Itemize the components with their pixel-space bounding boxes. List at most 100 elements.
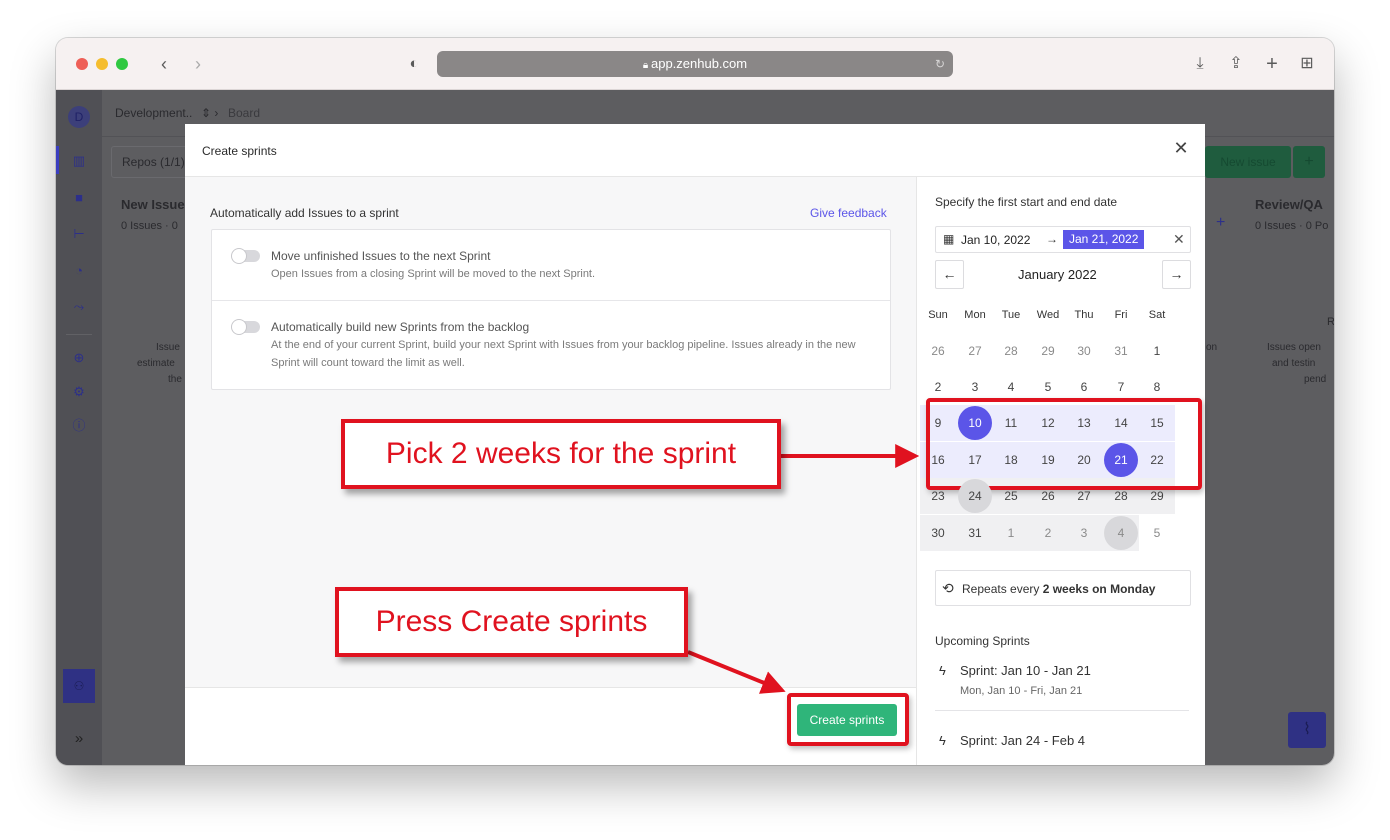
calendar-day[interactable]: 5 — [1030, 369, 1066, 405]
calendar-day[interactable]: 10 — [957, 405, 993, 441]
calendar-day[interactable]: 13 — [1066, 405, 1102, 441]
close-window-button[interactable] — [76, 58, 88, 70]
calendar-day[interactable]: 4 — [1103, 515, 1139, 551]
download-icon[interactable]: ⤓ — [1188, 52, 1212, 76]
repeat-text: Repeats every 2 weeks on Monday — [962, 582, 1155, 596]
upcoming-sprints-title: Upcoming Sprints — [935, 634, 1030, 648]
calendar-day[interactable]: 19 — [1030, 442, 1066, 478]
calendar-day[interactable]: 31 — [1103, 333, 1139, 369]
calendar-day[interactable]: 28 — [1103, 478, 1139, 514]
new-issue-button[interactable]: New issue — [1205, 146, 1291, 178]
invite-user-icon[interactable]: ⚇ — [63, 669, 95, 703]
calendar-day[interactable]: 8 — [1139, 369, 1175, 405]
repeat-info: ⟲ Repeats every 2 weeks on Monday — [935, 570, 1191, 606]
calendar-day[interactable]: 2 — [1030, 515, 1066, 551]
calendar-day[interactable]: 28 — [993, 333, 1029, 369]
close-icon[interactable]: ✕ — [1173, 139, 1189, 157]
column-new-issues-count: 0 Issues · 0 — [121, 220, 178, 232]
calendar-day[interactable]: 18 — [993, 442, 1029, 478]
new-tab-icon[interactable]: + — [1260, 52, 1284, 76]
lightning-icon: ϟ — [939, 733, 946, 748]
calendar-day[interactable]: 14 — [1103, 405, 1139, 441]
calendar-day[interactable]: 30 — [920, 515, 956, 551]
repeat-prefix: Repeats every — [962, 582, 1040, 596]
breadcrumb-board[interactable]: Board — [228, 106, 260, 120]
annotation-callout-create: Press Create sprints — [335, 587, 688, 657]
sidebar-divider — [66, 334, 92, 335]
calendar-day[interactable]: 6 — [1066, 369, 1102, 405]
calendar-day[interactable]: 7 — [1103, 369, 1139, 405]
sidebar-active-indicator — [56, 146, 59, 174]
calendar-day[interactable]: 17 — [957, 442, 993, 478]
tab-overview-icon[interactable]: ⊞ — [1295, 52, 1319, 76]
calendar-day[interactable]: 26 — [920, 333, 956, 369]
workflow-icon[interactable]: ⤳ — [70, 298, 88, 316]
breadcrumb-workspace[interactable]: Development.. — [115, 106, 192, 120]
calendar-day[interactable]: 24 — [957, 478, 993, 514]
calendar-day[interactable]: 22 — [1139, 442, 1175, 478]
calendar-day[interactable]: 20 — [1066, 442, 1102, 478]
insights-icon[interactable]: ⌇ — [1288, 712, 1326, 748]
share-icon[interactable]: ⇪ — [1224, 52, 1248, 76]
add-circle-icon[interactable]: ⊕ — [70, 349, 88, 367]
board-icon[interactable]: ▥ — [70, 152, 88, 170]
minimize-window-button[interactable] — [96, 58, 108, 70]
hierarchy-icon[interactable]: ⊢ — [70, 225, 88, 243]
calendar-day[interactable]: 9 — [920, 405, 956, 441]
zoom-window-button[interactable] — [116, 58, 128, 70]
calendar-day[interactable]: 3 — [957, 369, 993, 405]
empty-column-text: Issues open — [1267, 342, 1321, 353]
calendar-day[interactable]: 11 — [993, 405, 1029, 441]
gear-icon[interactable]: ⚙ — [70, 383, 88, 401]
sprint-name: Sprint: Jan 10 - Jan 21 — [960, 663, 1091, 678]
calendar-day[interactable]: 1 — [993, 515, 1029, 551]
repos-filter[interactable]: Repos (1/1) — [111, 146, 196, 178]
calendar-day[interactable]: 15 — [1139, 405, 1175, 441]
calendar-day[interactable]: 4 — [993, 369, 1029, 405]
move-unfinished-toggle[interactable] — [232, 249, 260, 263]
bell-icon[interactable]: ◔ — [70, 262, 88, 280]
calendar-day[interactable]: 2 — [920, 369, 956, 405]
calendar-day[interactable]: 26 — [1030, 478, 1066, 514]
calendar-day[interactable]: 3 — [1066, 515, 1102, 551]
calendar-pane: Specify the first start and end date ▦ J… — [916, 177, 1205, 765]
address-bar[interactable]: 🔒︎ app.zenhub.com ↻ — [437, 51, 953, 77]
back-icon[interactable]: ‹ — [152, 52, 176, 76]
calendar-day[interactable]: 23 — [920, 478, 956, 514]
create-button-highlight — [787, 693, 909, 746]
calendar-day[interactable]: 30 — [1066, 333, 1102, 369]
calendar-day[interactable]: 27 — [1066, 478, 1102, 514]
shield-icon[interactable]: ◐ — [402, 52, 426, 76]
calendar-day[interactable]: 29 — [1030, 333, 1066, 369]
calendar-day[interactable]: 12 — [1030, 405, 1066, 441]
empty-column-text: the — [168, 374, 182, 385]
breadcrumb-chevron-icon: ⇕ › — [201, 106, 219, 120]
give-feedback-link[interactable]: Give feedback — [810, 206, 887, 220]
sprint-name: Sprint: Jan 24 - Feb 4 — [960, 733, 1086, 748]
calendar-day[interactable]: 31 — [957, 515, 993, 551]
auto-build-toggle[interactable] — [232, 320, 260, 334]
roadmap-icon[interactable]: ■ — [70, 189, 88, 207]
calendar-day[interactable]: 27 — [957, 333, 993, 369]
calendar-day[interactable]: 29 — [1139, 478, 1175, 514]
add-pipeline-button[interactable]: + — [1293, 146, 1325, 178]
calendar-day[interactable]: 25 — [993, 478, 1029, 514]
modal-header: Create sprints ✕ — [185, 124, 1205, 177]
browser-titlebar: ‹ › ◐ 🔒︎ app.zenhub.com ↻ ⤓ ⇪ + ⊞ — [56, 38, 1334, 90]
calendar-day[interactable]: 16 — [920, 442, 956, 478]
option-title: Automatically build new Sprints from the… — [271, 320, 530, 334]
repeat-icon: ⟲ — [942, 580, 954, 596]
section-title: Automatically add Issues to a sprint — [210, 206, 399, 220]
reload-icon[interactable]: ↻ — [935, 51, 945, 77]
help-icon[interactable]: ⓘ — [70, 417, 88, 435]
workspace-avatar[interactable]: D — [68, 106, 90, 128]
calendar-day[interactable]: 21 — [1103, 442, 1139, 478]
add-column-icon[interactable]: + — [1216, 214, 1225, 232]
expand-sidebar-icon[interactable]: » — [70, 730, 88, 748]
forward-icon[interactable]: › — [186, 52, 210, 76]
weekday-header: Mon — [964, 309, 986, 321]
calendar-day[interactable]: 1 — [1139, 333, 1175, 369]
column-new-issues-title: New Issue — [121, 197, 185, 212]
calendar-day[interactable]: 5 — [1139, 515, 1175, 551]
options-list: Move unfinished Issues to the next Sprin… — [211, 229, 891, 390]
